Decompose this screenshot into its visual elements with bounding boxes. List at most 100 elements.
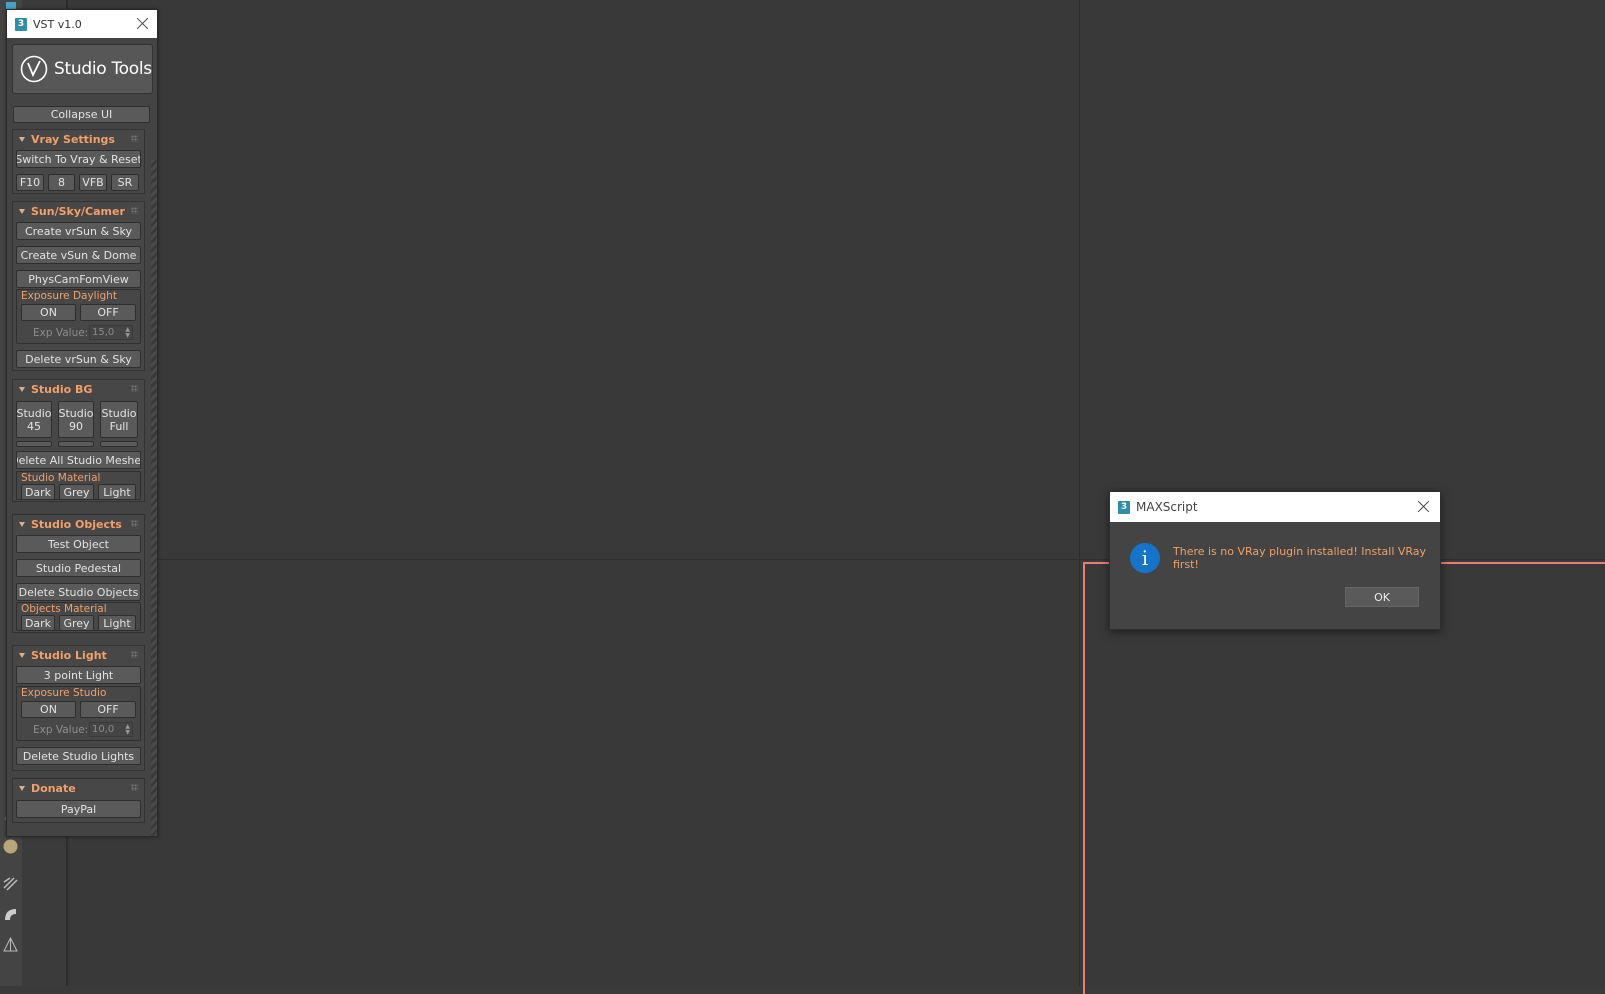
spinner-arrows-icon[interactable]: ▲ ▼ — [125, 327, 130, 339]
exposure-off-button[interactable]: OFF — [80, 304, 136, 321]
exp-value-spinner: Exp Value: 15,0 ▲ ▼ — [17, 324, 140, 342]
exposure-studio-group: Exposure Studio ON OFF Exp Value: 10,0 ▲ ▼ — [16, 686, 141, 741]
delete-studio-lights-button[interactable]: Delete Studio Lights — [16, 747, 141, 765]
button-line: Full — [109, 419, 129, 433]
spinner-arrows-icon[interactable]: ▲ ▼ — [125, 724, 130, 736]
three-point-light-button[interactable]: 3 point Light — [16, 666, 141, 684]
rollout-vray-settings: Vray Settings Switch To Vray & Reset F10… — [12, 129, 145, 194]
button-line: Studio — [58, 406, 94, 420]
v-logo-icon — [20, 55, 48, 83]
create-sun-dome-button[interactable]: Create vSun & Dome — [16, 246, 141, 264]
studio-material-group: Studio Material Dark Grey Light — [16, 471, 141, 500]
vfb-button[interactable]: VFB — [79, 174, 107, 191]
exp-value-field[interactable]: 15,0 ▲ ▼ — [89, 325, 133, 340]
studio-45-option-button[interactable] — [16, 441, 52, 447]
exp-value-label: Exp Value: — [33, 327, 89, 339]
rollout-header-studio-light[interactable]: Studio Light — [13, 646, 144, 665]
dialog-titlebar[interactable]: 3 MAXScript — [1110, 492, 1440, 522]
paypal-button[interactable]: PayPal — [16, 800, 141, 818]
button-line: Studio — [101, 406, 137, 420]
studio-45-button[interactable]: Studio 45 — [16, 401, 52, 438]
vst-body: Studio Tools Collapse UI Vray Settings S… — [7, 38, 157, 836]
vst-window: 3 VST v1.0 Studio Tools Collapse UI Vray… — [6, 9, 158, 837]
f10-button[interactable]: F10 — [16, 174, 44, 191]
exposure-off-button[interactable]: OFF — [80, 701, 136, 718]
expand-triangle-icon — [19, 387, 25, 392]
grip-icon[interactable] — [131, 207, 138, 214]
studio-full-option-button[interactable] — [100, 441, 138, 447]
grip-icon[interactable] — [131, 520, 138, 527]
grip-icon[interactable] — [131, 385, 138, 392]
studio-full-button[interactable]: Studio Full — [100, 401, 138, 438]
rollout-header-donate[interactable]: Donate — [13, 779, 144, 798]
group-label: Objects Material — [21, 603, 107, 615]
dialog-title: MAXScript — [1136, 500, 1198, 514]
rollout-header-studio-objects[interactable]: Studio Objects — [13, 515, 144, 534]
sphere-icon[interactable] — [2, 838, 19, 855]
exp-value-label: Exp Value: — [33, 724, 89, 736]
grip-icon[interactable] — [131, 135, 138, 142]
studio-tools-logo: Studio Tools — [12, 44, 153, 94]
vst-titlebar[interactable]: 3 VST v1.0 — [7, 10, 157, 38]
group-label: Exposure Daylight — [21, 290, 117, 302]
studio-90-option-button[interactable] — [58, 441, 94, 447]
rollout-studio-bg: Studio BG Studio 45 Studio 90 Studio Ful… — [12, 379, 145, 502]
studio-pedestal-button[interactable]: Studio Pedestal — [16, 559, 141, 577]
exposure-daylight-group: Exposure Daylight ON OFF Exp Value: 15,0… — [16, 289, 141, 344]
sr-button[interactable]: SR — [111, 174, 139, 191]
light-icon[interactable] — [2, 906, 19, 923]
studio-90-button[interactable]: Studio 90 — [58, 401, 94, 438]
expand-triangle-icon — [19, 522, 25, 527]
group-label: Studio Material — [21, 472, 101, 484]
info-icon: i — [1130, 543, 1160, 573]
close-icon[interactable] — [137, 17, 149, 29]
test-object-button[interactable]: Test Object — [16, 535, 141, 553]
viewport-divider[interactable] — [1079, 0, 1080, 560]
ok-button[interactable]: OK — [1345, 587, 1419, 607]
expand-triangle-icon — [19, 786, 25, 791]
material-dark-button[interactable]: Dark — [21, 484, 55, 500]
eight-button[interactable]: 8 — [48, 174, 75, 191]
maxscript-dialog: 3 MAXScript i There is no VRay plugin in… — [1109, 491, 1441, 630]
rollout-sun-sky: Sun/Sky/Camer Create vrSun & Sky Create … — [12, 201, 145, 371]
expand-triangle-icon — [19, 137, 25, 142]
material-light-button[interactable]: Light — [98, 484, 136, 500]
grid-icon[interactable] — [2, 876, 19, 893]
rollout-header-sun-sky[interactable]: Sun/Sky/Camer — [13, 202, 144, 221]
logo-text: Studio Tools — [54, 59, 152, 79]
exp-value-text: 15,0 — [92, 327, 115, 338]
physcam-from-view-button[interactable]: PhysCamFomView — [16, 270, 141, 288]
button-line: 45 — [27, 419, 41, 433]
camera-target-icon[interactable] — [2, 936, 19, 953]
delete-sun-sky-button[interactable]: Delete vrSun & Sky — [16, 350, 141, 368]
close-icon[interactable] — [1418, 500, 1430, 512]
dialog-message: There is no VRay plugin installed! Insta… — [1173, 545, 1427, 571]
delete-studio-meshes-button[interactable]: Delete All Studio Meshes — [16, 451, 141, 469]
material-grey-button[interactable]: Grey — [59, 484, 94, 500]
rollout-title: Studio Light — [31, 649, 107, 662]
vst-title: VST v1.0 — [33, 17, 82, 31]
rollout-header-vray-settings[interactable]: Vray Settings — [13, 130, 144, 149]
material-light-button[interactable]: Light — [98, 615, 136, 631]
objects-material-group: Objects Material Dark Grey Light — [16, 602, 141, 631]
material-dark-button[interactable]: Dark — [21, 615, 55, 631]
rollout-title: Sun/Sky/Camer — [31, 205, 125, 218]
exposure-on-button[interactable]: ON — [21, 701, 76, 718]
viewport-divider[interactable] — [1079, 560, 1080, 986]
grip-icon[interactable] — [131, 651, 138, 658]
grip-icon[interactable] — [131, 784, 138, 791]
scrollbar[interactable] — [151, 160, 157, 836]
exposure-on-button[interactable]: ON — [21, 304, 76, 321]
expand-triangle-icon — [19, 209, 25, 214]
switch-to-vray-button[interactable]: Switch To Vray & Reset — [16, 150, 141, 168]
rollout-title: Studio BG — [31, 383, 93, 396]
button-line: Studio — [16, 406, 52, 420]
delete-studio-objects-button[interactable]: Delete Studio Objects — [16, 583, 141, 601]
create-sun-sky-button[interactable]: Create vrSun & Sky — [16, 222, 141, 240]
rollout-header-studio-bg[interactable]: Studio BG — [13, 380, 144, 399]
exp-value-field[interactable]: 10,0 ▲ ▼ — [89, 722, 133, 737]
expand-triangle-icon — [19, 653, 25, 658]
collapse-ui-button[interactable]: Collapse UI — [13, 106, 150, 123]
material-grey-button[interactable]: Grey — [59, 615, 94, 631]
button-line: 90 — [69, 419, 83, 433]
